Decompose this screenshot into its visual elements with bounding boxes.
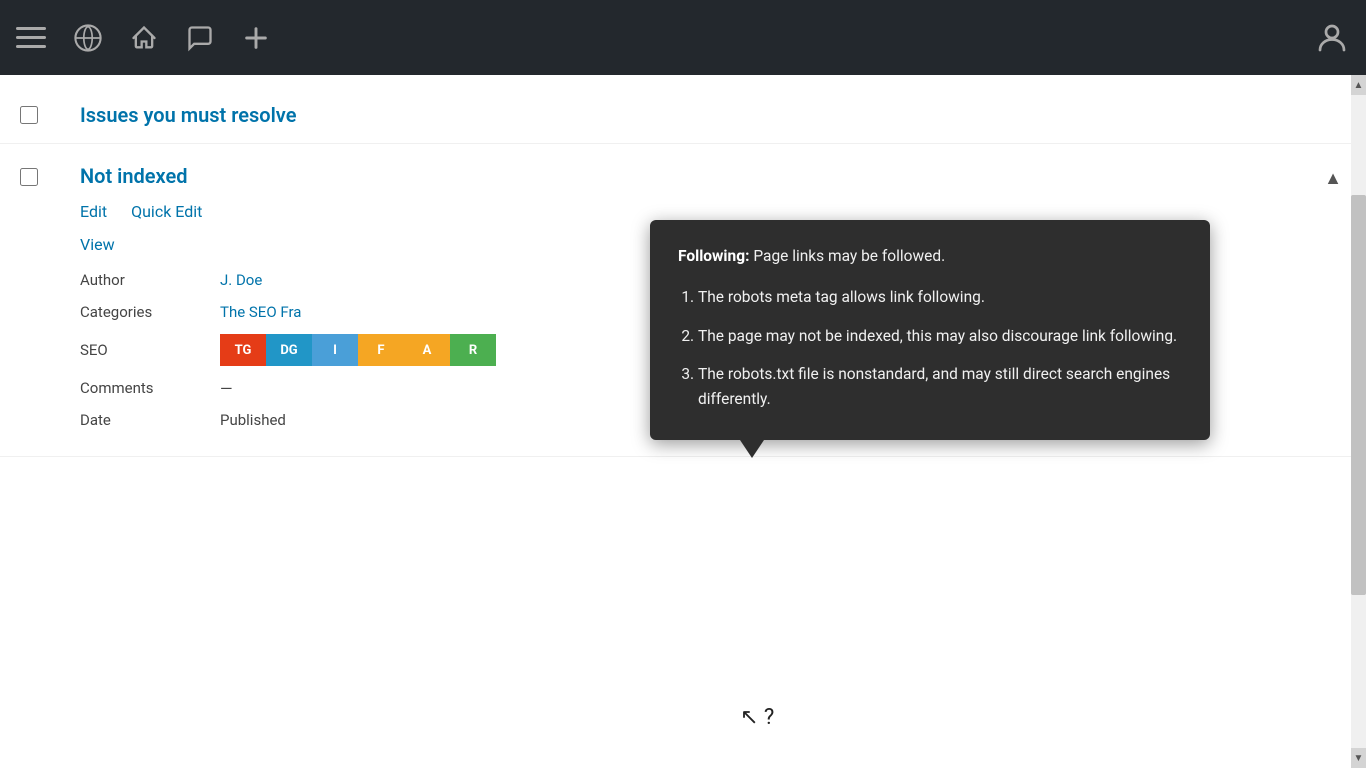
comments-value: —: [220, 379, 233, 398]
scroll-down-button[interactable]: ▼: [1351, 748, 1366, 768]
view-link[interactable]: View: [80, 235, 115, 254]
comments-icon[interactable]: [186, 24, 214, 52]
author-label: Author: [80, 271, 220, 289]
tooltip-item-1: The robots meta tag allows link followin…: [698, 285, 1182, 310]
post-checkbox[interactable]: [20, 168, 38, 186]
seo-badge-dg[interactable]: DG: [266, 334, 312, 366]
post-title-link[interactable]: Not indexed: [80, 164, 188, 188]
post-checkbox-area: [20, 164, 80, 190]
user-avatar[interactable]: [1314, 20, 1350, 56]
tooltip-list: The robots meta tag allows link followin…: [678, 285, 1182, 412]
date-value: Published: [220, 411, 286, 429]
quick-edit-link[interactable]: Quick Edit: [131, 202, 202, 221]
scroll-up-button[interactable]: ▲: [1351, 75, 1366, 95]
seo-badge-a[interactable]: A: [404, 334, 450, 366]
date-label: Date: [80, 411, 220, 429]
new-content-icon[interactable]: [242, 24, 270, 52]
row-collapse-button[interactable]: ▲: [1324, 168, 1342, 189]
wordpress-logo[interactable]: [74, 24, 102, 52]
partial-row-checkbox[interactable]: [20, 106, 38, 124]
seo-badge-tg[interactable]: TG: [220, 334, 266, 366]
partial-row: Issues you must resolve: [0, 95, 1366, 144]
post-title-area: Not indexed: [80, 164, 1346, 188]
seo-badges: TG DG I F A R: [220, 334, 496, 366]
seo-label: SEO: [80, 341, 220, 359]
partial-row-title[interactable]: Issues you must resolve: [80, 103, 296, 127]
edit-link[interactable]: Edit: [80, 202, 107, 221]
tooltip-title-bold: Following:: [678, 247, 749, 265]
seo-badge-f[interactable]: F: [358, 334, 404, 366]
mouse-cursor: ↖ ?: [740, 705, 774, 730]
categories-label: Categories: [80, 303, 220, 321]
seo-badge-r[interactable]: R: [450, 334, 496, 366]
comments-label: Comments: [80, 379, 220, 397]
hamburger-menu[interactable]: [16, 27, 46, 48]
scrollbar: ▲ ▼: [1351, 75, 1366, 768]
main-content: Issues you must resolve ▲ Not indexed Ed…: [0, 75, 1366, 768]
admin-bar: [0, 0, 1366, 75]
tooltip-item-2: The page may not be indexed, this may al…: [698, 324, 1182, 349]
seo-badge-i[interactable]: I: [312, 334, 358, 366]
author-value[interactable]: J. Doe: [220, 271, 262, 289]
scrollbar-thumb[interactable]: [1351, 195, 1366, 595]
partial-row-checkbox-area: [20, 106, 80, 124]
tooltip-item-3: The robots.txt file is nonstandard, and …: [698, 362, 1182, 412]
tooltip-title-rest: Page links may be followed.: [753, 247, 945, 265]
tooltip: Following: Page links may be followed. T…: [650, 220, 1210, 440]
post-actions: Edit Quick Edit: [80, 202, 1346, 221]
tooltip-header: Following: Page links may be followed.: [678, 244, 1182, 269]
categories-value[interactable]: The SEO Fra: [220, 303, 301, 321]
post-row-top: Not indexed: [20, 164, 1346, 190]
home-icon[interactable]: [130, 24, 158, 52]
